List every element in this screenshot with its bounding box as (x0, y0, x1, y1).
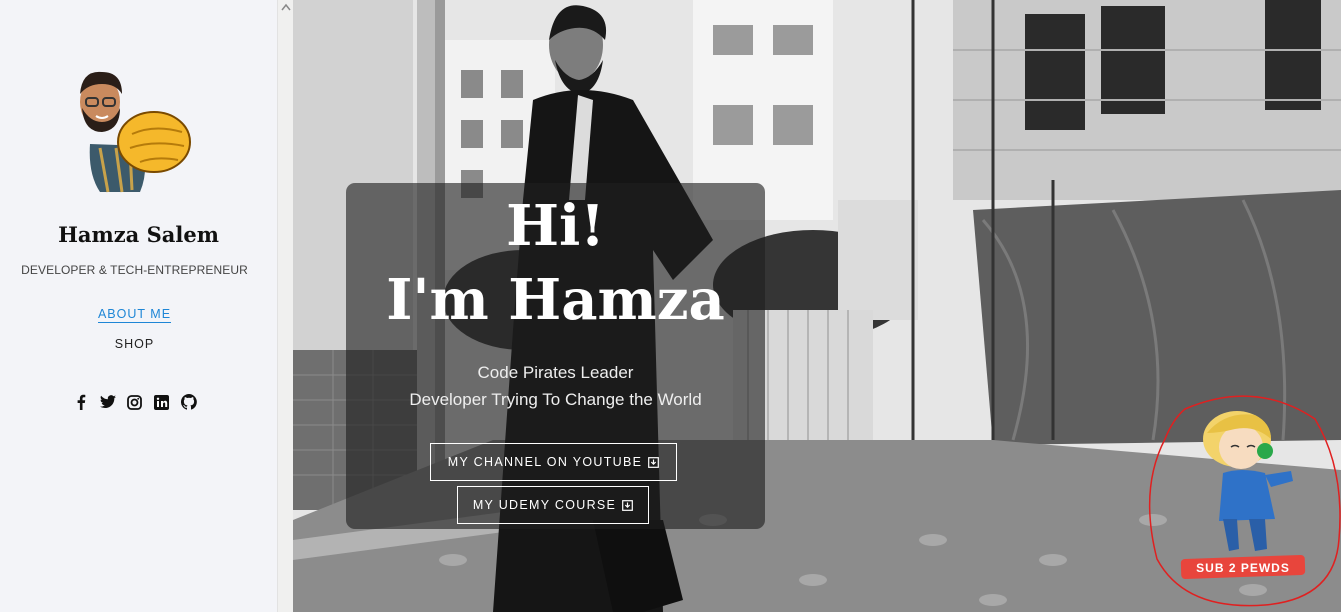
instagram-icon[interactable] (126, 393, 144, 411)
download-icon (622, 499, 634, 511)
site-owner-name: Hamza Salem (58, 222, 219, 247)
tagline-1: Code Pirates Leader (477, 363, 634, 382)
nav-item-about-me[interactable]: ABOUT ME (97, 307, 172, 323)
youtube-channel-button[interactable]: MY CHANNEL ON YOUTUBE (430, 443, 677, 481)
facebook-icon[interactable] (72, 393, 90, 411)
twitter-icon[interactable] (99, 393, 117, 411)
nav-item-shop[interactable]: SHOP (115, 337, 154, 351)
social-links (0, 393, 269, 411)
sidebar: Hamza Salem DEVELOPER & TECH-ENTREPRENEU… (0, 0, 277, 612)
scroll-up-arrow-icon[interactable] (281, 3, 291, 11)
tagline-2: Developer Trying To Change the World (409, 390, 702, 409)
greeting-line-2: I'm Hamza (386, 267, 725, 333)
site-owner-subtitle: DEVELOPER & TECH-ENTREPRENEUR (21, 263, 248, 277)
sticker-text: SUB 2 PEWDS (1196, 561, 1290, 575)
greeting-line-1: Hi! (506, 193, 605, 259)
linkedin-icon[interactable] (153, 393, 171, 411)
avatar (70, 64, 194, 194)
github-icon[interactable] (180, 393, 198, 411)
sub-2-pewds-sticker[interactable]: SUB 2 PEWDS (1145, 389, 1341, 612)
udemy-course-button-label: MY UDEMY COURSE (472, 498, 617, 512)
scrollbar[interactable] (277, 0, 293, 612)
sidebar-nav: ABOUT ME SHOP (0, 307, 269, 351)
youtube-channel-button-label: MY CHANNEL ON YOUTUBE (447, 455, 643, 469)
udemy-course-button[interactable]: MY UDEMY COURSE (457, 486, 649, 524)
intro-card: Hi! I'm Hamza Code Pirates Leader Develo… (346, 183, 765, 529)
download-icon (648, 456, 660, 468)
